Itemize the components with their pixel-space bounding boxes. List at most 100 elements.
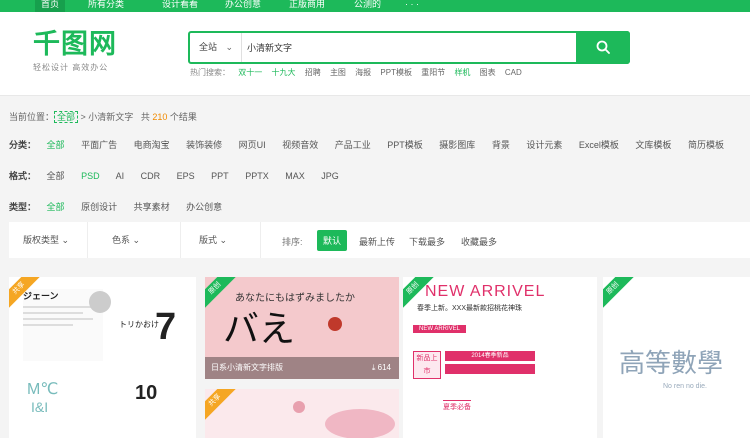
filter-type: 类型： 全部 原创设计 共享素材 办公创意 <box>9 200 236 213</box>
dropdown-label: 版权类型 <box>23 235 60 245</box>
filter-option[interactable]: 全部 <box>47 202 65 212</box>
filter-option[interactable]: 原创设计 <box>81 202 117 212</box>
card-text: 7 <box>155 306 177 348</box>
filter-option[interactable]: 视频音效 <box>282 140 318 150</box>
filter-option[interactable]: Excel模板 <box>579 140 619 150</box>
dropdown-license-type[interactable]: 版权类型 ⌄ <box>9 222 88 258</box>
card-text: トリかおけ <box>119 320 159 329</box>
chevron-down-icon: ⌄ <box>61 235 70 245</box>
hot-tag[interactable]: 主图 <box>330 68 346 77</box>
search-scope-select[interactable]: 全站 ⌄ <box>190 33 242 62</box>
filter-format: 格式： 全部 PSD AI CDR EPS PPT PPTX MAX JPG <box>9 169 353 182</box>
top-nav-bar: 首页 所有分类 设计看看 办公创意 正版商用 公测的 · · · <box>0 0 750 12</box>
dropdown-layout[interactable]: 版式 ⌄ <box>181 222 261 258</box>
dropdown-label: 版式 <box>199 235 218 245</box>
search-icon <box>596 40 610 54</box>
hot-tag[interactable]: PPT模板 <box>380 68 412 77</box>
filter-category: 分类： 全部 平面广告 电商淘宝 装饰装修 网页UI 视频音效 产品工业 PPT… <box>9 138 738 151</box>
download-count: ⤓ 614 <box>372 357 391 379</box>
filter-option[interactable]: 设计元素 <box>526 140 562 150</box>
filter-option[interactable]: 简历模板 <box>688 140 724 150</box>
hot-tag[interactable]: 海报 <box>355 68 371 77</box>
filter-category-label: 分类： <box>9 140 37 150</box>
hot-tag[interactable]: 招聘 <box>305 68 321 77</box>
filter-option[interactable]: 全部 <box>47 140 65 150</box>
filter-option[interactable]: AI <box>116 171 125 181</box>
result-card[interactable]: ジェーン トリかおけ 7 M℃ I&I 10 共享 <box>9 277 196 438</box>
hot-tag[interactable]: 十九大 <box>271 68 295 77</box>
sort-label: 排序: <box>282 237 303 247</box>
logo-text: 千图网 <box>33 29 117 60</box>
search-button[interactable] <box>576 31 630 64</box>
card-text: No ren no die. <box>663 383 707 390</box>
card-text: 高等數學 <box>619 349 724 379</box>
filter-option[interactable]: 全部 <box>47 171 65 181</box>
hot-tag[interactable]: 双十一 <box>238 68 262 77</box>
chevron-down-icon: ⌄ <box>219 235 228 245</box>
nav-home[interactable]: 首页 <box>35 0 66 12</box>
nav-design[interactable]: 设计看看 <box>162 0 198 12</box>
logo-slogan: 轻松设计 高效办公 <box>33 63 109 72</box>
filter-option[interactable]: PSD <box>81 171 100 181</box>
card-caption: 日系小清新文字排版 <box>211 363 283 372</box>
filter-option[interactable]: 摄影图库 <box>439 140 475 150</box>
card-text: 新品上市 <box>413 351 441 379</box>
sort-most-favorites[interactable]: 收藏最多 <box>461 235 497 248</box>
nav-more[interactable]: · · · <box>405 0 419 12</box>
filter-option[interactable]: 共享素材 <box>134 202 170 212</box>
breadcrumb-all-link[interactable]: 全部 <box>54 111 79 123</box>
chevron-down-icon: ⌄ <box>132 235 141 245</box>
card-badge: 原创 <box>205 277 238 312</box>
sort-newest[interactable]: 最新上传 <box>359 235 395 248</box>
filter-option[interactable]: CDR <box>141 171 161 181</box>
filter-option[interactable]: JPG <box>321 171 339 181</box>
filter-option[interactable]: 文库模板 <box>635 140 671 150</box>
filter-option[interactable]: MAX <box>285 171 305 181</box>
card-text: M℃ <box>27 381 59 398</box>
result-card[interactable]: あなたにもはずみましたか バえ 日系小清新文字排版 ⤓ 614 原创 <box>205 277 399 379</box>
breadcrumb-sep: > <box>78 112 89 122</box>
filter-option[interactable]: 平面广告 <box>81 140 117 150</box>
card-text: 夏季必备 <box>443 400 471 412</box>
hot-searches: 热门搜索： 双十一 十九大 招聘 主图 海报 PPT模板 重阳节 样机 图表 C… <box>190 67 529 78</box>
nav-all-categories[interactable]: 所有分类 <box>88 0 124 12</box>
sort-default[interactable]: 默认 <box>317 230 348 251</box>
hot-searches-label: 热门搜索： <box>190 68 230 77</box>
breadcrumb: 当前位置： 全部 > 小清新文字 共 210 个结果 <box>9 110 197 123</box>
result-card[interactable]: 高等數學 No ren no die. 原创 <box>603 277 750 438</box>
card-text: NEW ARRIVEL <box>413 325 467 333</box>
breadcrumb-query: 小清新文字 <box>88 112 134 122</box>
filter-option[interactable]: 产品工业 <box>335 140 371 150</box>
filter-option[interactable]: 办公创意 <box>186 202 222 212</box>
filter-option[interactable]: 电商淘宝 <box>134 140 170 150</box>
result-count-pre: 共 <box>140 112 150 122</box>
chevron-down-icon: ⌄ <box>225 42 233 52</box>
filter-option[interactable]: 装饰装修 <box>186 140 222 150</box>
filter-option[interactable]: 网页UI <box>239 140 266 150</box>
filter-option[interactable]: PPTX <box>245 171 269 181</box>
hot-tag[interactable]: 样机 <box>454 68 470 77</box>
dropdown-label: 色系 <box>112 235 131 245</box>
card-text: NEW ARRIVEL <box>425 283 546 300</box>
search-bar: 全站 ⌄ <box>188 31 630 64</box>
card-text: 10 <box>135 382 158 404</box>
hot-tag[interactable]: 图表 <box>480 68 496 77</box>
search-input[interactable] <box>247 37 567 58</box>
filter-option[interactable]: PPT <box>211 171 229 181</box>
search-scope-label: 全站 <box>199 42 218 52</box>
sort-most-downloads[interactable]: 下载最多 <box>409 235 445 248</box>
hot-tag[interactable]: CAD <box>505 68 522 77</box>
nav-licensed[interactable]: 正版商用 <box>289 0 325 12</box>
hot-tag[interactable]: 重阳节 <box>421 68 445 77</box>
dropdown-color[interactable]: 色系 ⌄ <box>88 222 181 258</box>
site-logo[interactable]: 千图网 轻松设计 高效办公 <box>33 30 117 73</box>
nav-office[interactable]: 办公创意 <box>225 0 261 12</box>
filter-option[interactable]: 背景 <box>492 140 510 150</box>
card-footer: 日系小清新文字排版 ⤓ 614 <box>205 357 399 379</box>
result-card[interactable]: 共享 <box>205 389 399 438</box>
download-icon: ⤓ <box>371 363 376 372</box>
nav-other[interactable]: 公测的 <box>354 0 381 12</box>
filter-option[interactable]: EPS <box>177 171 195 181</box>
filter-option[interactable]: PPT模板 <box>387 140 423 150</box>
result-card[interactable]: NEW ARRIVEL 春季上新。XXX最新款招桃花神珠 NEW ARRIVEL… <box>403 277 597 438</box>
